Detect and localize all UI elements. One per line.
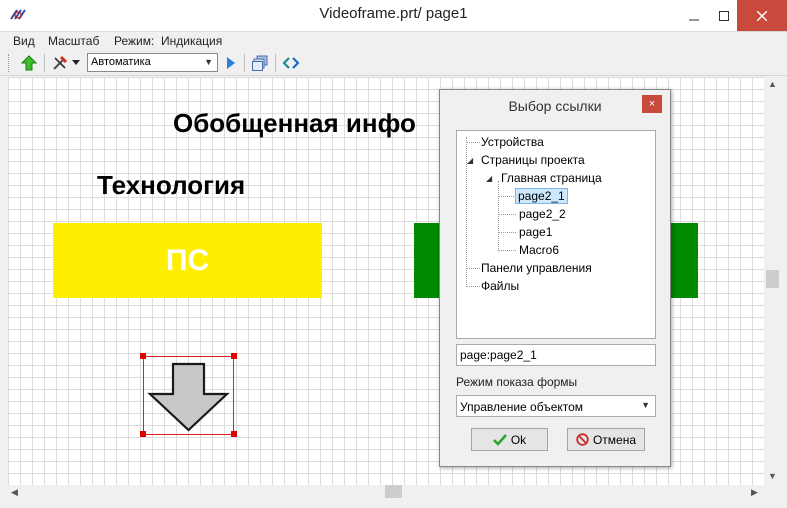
toolbar: Автоматика ▼ xyxy=(0,50,787,76)
canvas-subheading: Технология xyxy=(97,170,246,200)
scroll-up-icon[interactable]: ▲ xyxy=(768,79,777,89)
menu-view[interactable]: Вид xyxy=(13,34,35,48)
tree-guide-line xyxy=(466,268,480,269)
tree-item-page1[interactable]: page1 xyxy=(519,225,552,239)
play-button[interactable] xyxy=(221,53,241,73)
tree-guide-line xyxy=(498,250,516,251)
resize-handle-bottom-left[interactable] xyxy=(140,431,146,437)
selection-box xyxy=(143,356,234,435)
green-block-right[interactable] xyxy=(670,223,698,298)
tree-guide-line xyxy=(498,232,516,233)
refresh-button[interactable] xyxy=(281,53,301,73)
link-tree[interactable]: Устройства ◢ Страницы проекта ◢ Главная … xyxy=(456,130,656,339)
tree-guide-line xyxy=(498,196,516,197)
tree-item-files[interactable]: Файлы xyxy=(481,279,519,293)
vertical-scroll-thumb[interactable] xyxy=(766,270,779,288)
mode-select[interactable]: Автоматика ▼ xyxy=(87,53,218,72)
toolbar-separator xyxy=(275,54,276,72)
close-icon: × xyxy=(648,98,656,110)
tree-guide-line xyxy=(466,142,480,143)
ps-block[interactable]: ПС xyxy=(53,223,322,298)
green-up-arrow-icon xyxy=(21,55,37,71)
dialog-titlebar: Выбор ссылки × xyxy=(440,90,670,120)
tree-item-main-page[interactable]: Главная страница xyxy=(501,171,602,185)
tree-item-page2-2[interactable]: page2_2 xyxy=(519,207,566,221)
tools-button[interactable] xyxy=(50,53,70,73)
toolbar-grip xyxy=(8,54,11,72)
horizontal-scroll-thumb[interactable] xyxy=(385,485,402,498)
link-select-dialog: Выбор ссылки × Устройства ◢ Страницы про… xyxy=(439,89,671,467)
tree-expanded-icon[interactable]: ◢ xyxy=(486,174,492,183)
tree-item-page2-1[interactable]: page2_1 xyxy=(515,188,568,204)
menu-indication[interactable]: Индикация xyxy=(161,34,222,48)
scroll-down-icon[interactable]: ▼ xyxy=(768,471,777,481)
left-gutter xyxy=(0,77,8,485)
go-up-button[interactable] xyxy=(19,53,39,73)
dialog-title: Выбор ссылки xyxy=(508,98,602,114)
minimize-icon xyxy=(689,19,699,20)
windows-stack-icon xyxy=(252,55,268,71)
toolbar-separator xyxy=(44,54,45,72)
dialog-close-button[interactable]: × xyxy=(642,95,662,113)
cancel-button[interactable]: Отмена xyxy=(567,428,645,451)
horizontal-scrollbar[interactable]: ◀ ▶ xyxy=(8,485,764,499)
close-icon xyxy=(757,10,767,21)
menu-bar: Вид Масштаб Режим: Индикация xyxy=(0,31,787,50)
canvas-heading: Обобщенная инфо xyxy=(173,108,416,138)
cancel-icon xyxy=(576,433,589,446)
swap-arrows-icon xyxy=(283,57,299,69)
resize-handle-bottom-right[interactable] xyxy=(231,431,237,437)
form-mode-value: Управление объектом xyxy=(460,400,584,414)
scroll-right-icon[interactable]: ▶ xyxy=(751,487,758,498)
tree-item-project-pages[interactable]: Страницы проекта xyxy=(481,153,585,167)
menu-scale[interactable]: Масштаб xyxy=(48,34,99,48)
form-mode-label: Режим показа формы xyxy=(456,375,578,389)
windows-button[interactable] xyxy=(250,53,270,73)
window-titlebar: Videoframe.prt/ page1 xyxy=(0,0,787,31)
ok-button[interactable]: Ok xyxy=(471,428,548,451)
vertical-scrollbar[interactable]: ▲ ▼ xyxy=(764,77,781,485)
maximize-icon xyxy=(719,10,729,21)
chevron-down-icon: ▼ xyxy=(641,400,650,410)
ok-button-label: Ok xyxy=(510,432,527,447)
menu-mode[interactable]: Режим: xyxy=(114,34,154,48)
resize-handle-top-right[interactable] xyxy=(231,353,237,359)
green-block-left[interactable] xyxy=(414,223,441,298)
tree-guide-line xyxy=(466,286,480,287)
window-title: Videoframe.prt/ page1 xyxy=(319,5,468,22)
play-icon xyxy=(227,57,235,69)
ps-label: ПС xyxy=(165,243,210,277)
toolbar-separator xyxy=(244,54,245,72)
checkmark-icon xyxy=(492,433,507,446)
tree-guide-line xyxy=(498,214,516,215)
close-window-button[interactable] xyxy=(737,0,787,31)
tree-item-control-panels[interactable]: Панели управления xyxy=(481,261,592,275)
form-mode-select[interactable]: Управление объектом ▼ xyxy=(456,395,656,417)
mode-select-value: Автоматика xyxy=(91,56,151,68)
tree-item-macro6[interactable]: Macro6 xyxy=(519,243,559,257)
tree-item-devices[interactable]: Устройства xyxy=(481,135,544,149)
chevron-down-icon: ▼ xyxy=(204,57,213,67)
chevron-down-icon xyxy=(72,60,80,65)
tools-icon xyxy=(53,55,68,70)
resize-handle-top-left[interactable] xyxy=(140,353,146,359)
link-path-field[interactable]: page:page2_1 xyxy=(456,344,656,366)
cancel-button-label: Отмена xyxy=(592,432,637,447)
tree-guide-line xyxy=(498,181,499,251)
tree-expanded-icon[interactable]: ◢ xyxy=(467,156,473,165)
scroll-left-icon[interactable]: ◀ xyxy=(11,487,18,498)
tools-dropdown-button[interactable] xyxy=(70,53,82,73)
